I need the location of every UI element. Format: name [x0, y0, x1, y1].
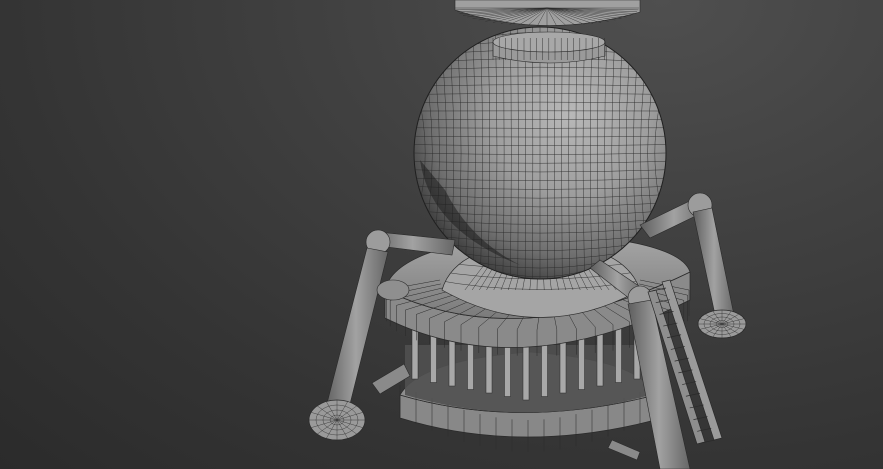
neck-collar	[492, 31, 606, 64]
foot-pad-right-lines	[698, 310, 746, 338]
wireframe-scene[interactable]	[0, 0, 883, 469]
dish-lines	[455, 7, 639, 26]
3d-viewport[interactable]	[0, 0, 883, 469]
foot-pad-left-lines	[309, 400, 365, 440]
top-dish	[454, 0, 641, 26]
rear-foot-pad	[376, 279, 410, 301]
foot-pad-right	[697, 309, 747, 339]
foot-pad-left	[308, 399, 366, 441]
